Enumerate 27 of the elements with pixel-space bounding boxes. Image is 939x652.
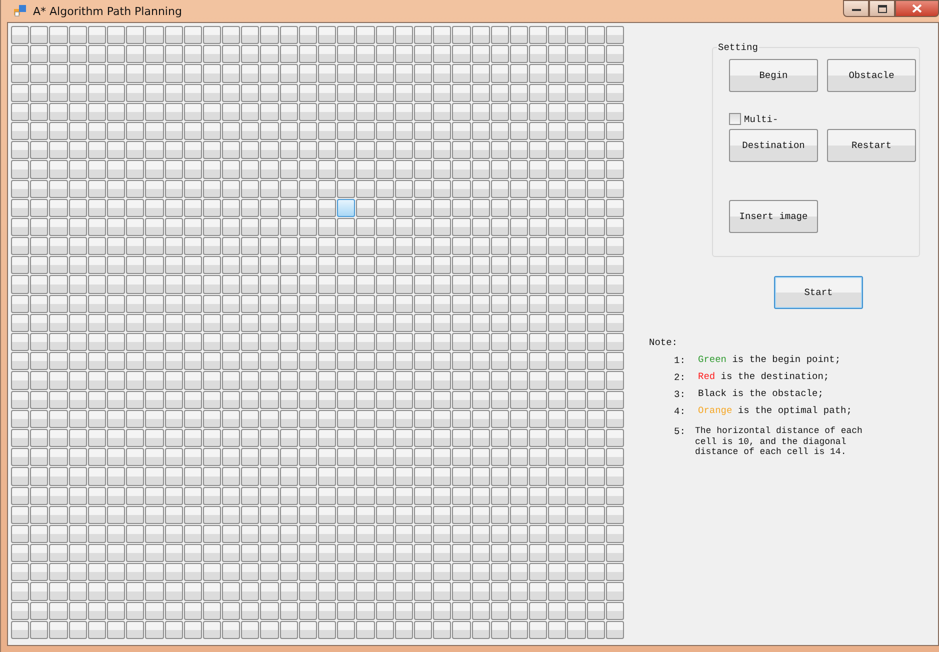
begin-button[interactable]: Begin bbox=[729, 59, 818, 92]
maximize-icon bbox=[878, 4, 886, 12]
note-title: Note: bbox=[649, 337, 678, 348]
note-number: 3: bbox=[674, 389, 686, 400]
note-number: 4: bbox=[674, 406, 686, 417]
note-text: The horizontal distance of each cell is 10, and the diagonal distance of each cell is 14. bbox=[695, 426, 864, 458]
group-title: Setting bbox=[717, 42, 759, 53]
window-title: A* Algorithm Path Planning bbox=[33, 4, 182, 18]
close-icon bbox=[912, 4, 922, 13]
checkbox[interactable] bbox=[729, 113, 741, 125]
note-text: Black is the obstacle; bbox=[698, 389, 824, 400]
restart-button[interactable]: Restart bbox=[827, 129, 916, 162]
destination-button[interactable]: Destination bbox=[729, 129, 818, 162]
maximize-button[interactable] bbox=[869, 0, 895, 17]
note-text: Orange is the optimal path; bbox=[698, 406, 852, 417]
note-number: 5: bbox=[674, 426, 686, 439]
insert-image-button[interactable]: Insert image bbox=[729, 200, 818, 233]
start-button[interactable]: Start bbox=[774, 276, 863, 309]
note-number: 1: bbox=[674, 355, 686, 366]
note-text: Green is the begin point; bbox=[698, 355, 841, 366]
minimize-button[interactable] bbox=[843, 0, 869, 17]
obstacle-button[interactable]: Obstacle bbox=[827, 59, 916, 92]
note-number: 2: bbox=[674, 372, 686, 383]
note-text: Red is the destination; bbox=[698, 372, 830, 383]
close-button[interactable] bbox=[895, 0, 939, 17]
checkbox-label: Multi- bbox=[744, 114, 778, 124]
app-icon bbox=[13, 4, 27, 18]
